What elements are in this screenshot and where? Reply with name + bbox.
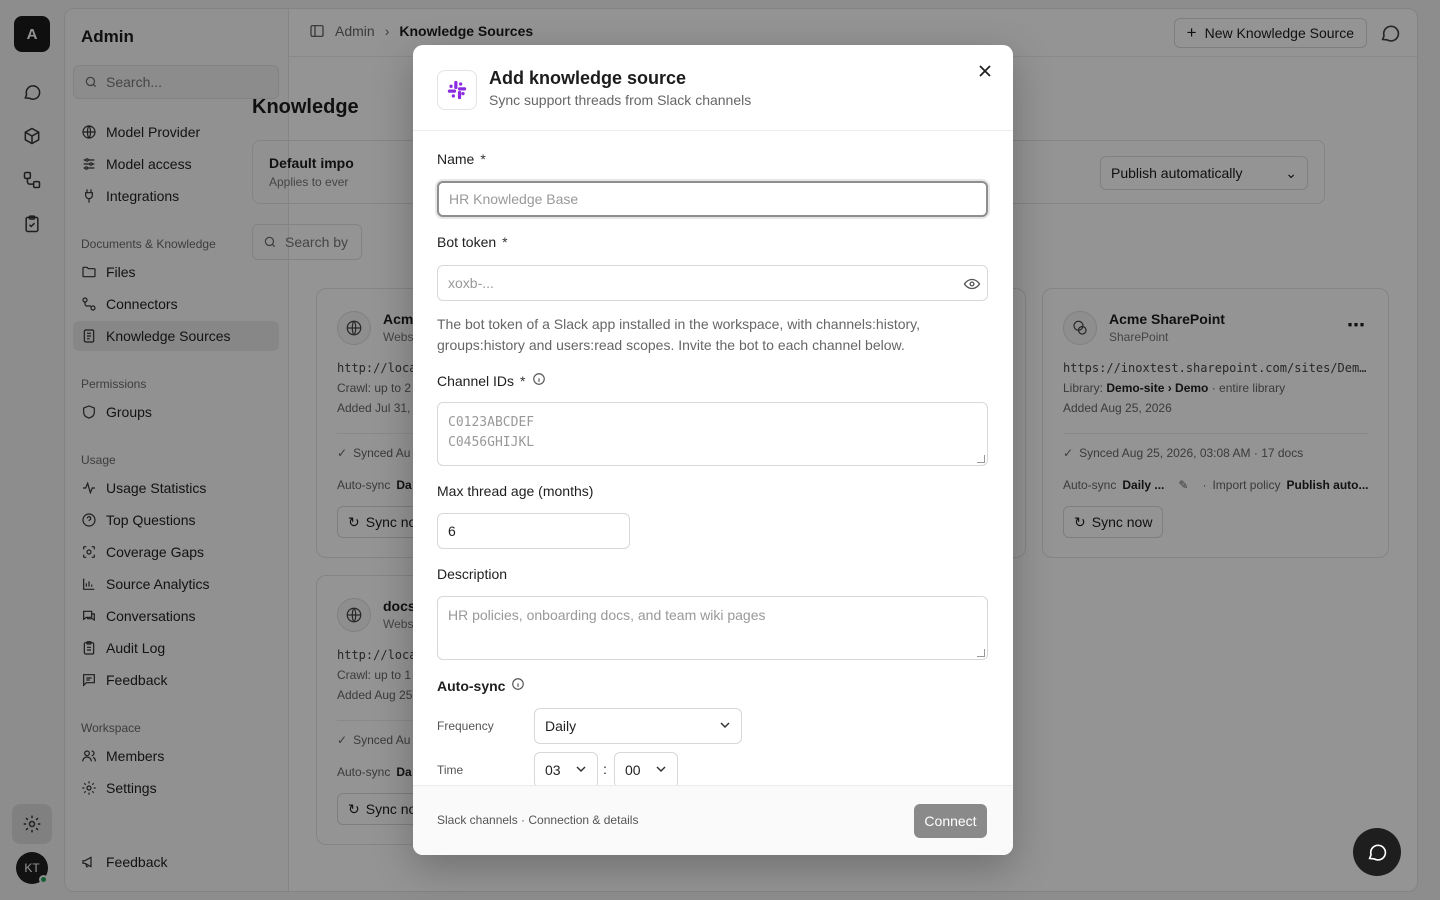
name-input[interactable]: HR Knowledge Base	[437, 181, 988, 217]
resize-handle[interactable]	[977, 455, 985, 463]
resize-handle[interactable]	[977, 649, 985, 657]
modal-title: Add knowledge source	[489, 68, 687, 88]
name-label-text: Name	[437, 151, 475, 167]
time-minute-value: 00	[625, 762, 641, 778]
description-label: Description	[437, 566, 508, 582]
chevron-down-icon	[719, 718, 731, 734]
max-thread-age-label: Max thread age (months)	[437, 483, 594, 499]
bot-token-label: Bot token *	[437, 234, 508, 250]
name-placeholder: HR Knowledge Base	[449, 191, 579, 207]
time-separator: :	[603, 761, 607, 777]
footer-info: Slack channels · Connection & details	[437, 813, 639, 827]
chevron-down-icon	[575, 762, 587, 778]
frequency-select[interactable]: Daily	[534, 708, 742, 744]
bot-token-placeholder: xoxb-...	[448, 275, 494, 291]
frequency-value: Daily	[545, 718, 577, 734]
description-textarea[interactable]: HR policies, onboarding docs, and team w…	[437, 596, 988, 660]
bot-token-label-text: Bot token	[437, 234, 497, 250]
info-icon[interactable]	[532, 372, 546, 389]
required-mark: *	[502, 234, 508, 250]
required-mark: *	[520, 372, 526, 389]
time-hour-select[interactable]: 03	[534, 752, 598, 785]
time-minute-select[interactable]: 00	[614, 752, 678, 785]
eye-icon[interactable]	[963, 275, 981, 296]
chevron-down-icon	[655, 762, 667, 778]
max-thread-age-value: 6	[448, 523, 456, 539]
channel-ids-placeholder-line-1: C0123ABCDEF	[448, 415, 535, 430]
channel-ids-label-text: Channel IDs	[437, 372, 515, 389]
channel-ids-placeholder-line-2: C0456GHIJKL	[448, 435, 535, 450]
close-icon[interactable]	[975, 61, 995, 81]
slack-logo-icon	[437, 70, 477, 110]
name-label: Name *	[437, 151, 486, 167]
time-label: Time	[437, 763, 464, 777]
channel-ids-label: Channel IDs *	[437, 372, 546, 389]
max-thread-age-input[interactable]: 6	[437, 513, 630, 549]
chat-bubble-icon	[1368, 844, 1387, 861]
auto-sync-label-text: Auto-sync	[437, 677, 506, 694]
bot-token-help: The bot token of a Slack app installed i…	[437, 316, 921, 353]
channel-ids-textarea[interactable]: C0123ABCDEF C0456GHIJKL	[437, 402, 988, 466]
time-hour-value: 03	[545, 762, 561, 778]
modal-footer: Slack channels · Connection & details Co…	[413, 785, 1013, 855]
modal-header: Add knowledge source Sync support thread…	[413, 45, 1013, 131]
info-icon[interactable]	[511, 677, 525, 694]
frequency-label: Frequency	[437, 719, 494, 733]
description-placeholder: HR policies, onboarding docs, and team w…	[448, 607, 766, 623]
auto-sync-label: Auto-sync	[437, 677, 525, 694]
modal-subtitle: Sync support threads from Slack channels	[489, 92, 752, 108]
add-knowledge-source-modal: Add knowledge source Sync support thread…	[413, 45, 1013, 855]
bot-token-input[interactable]: xoxb-...	[437, 265, 988, 301]
connect-button[interactable]: Connect	[914, 804, 987, 838]
floating-chat-button[interactable]	[1353, 828, 1401, 876]
modal-body: Name * HR Knowledge Base Bot token * xoxb-…	[413, 131, 1013, 785]
required-mark: *	[480, 151, 486, 167]
